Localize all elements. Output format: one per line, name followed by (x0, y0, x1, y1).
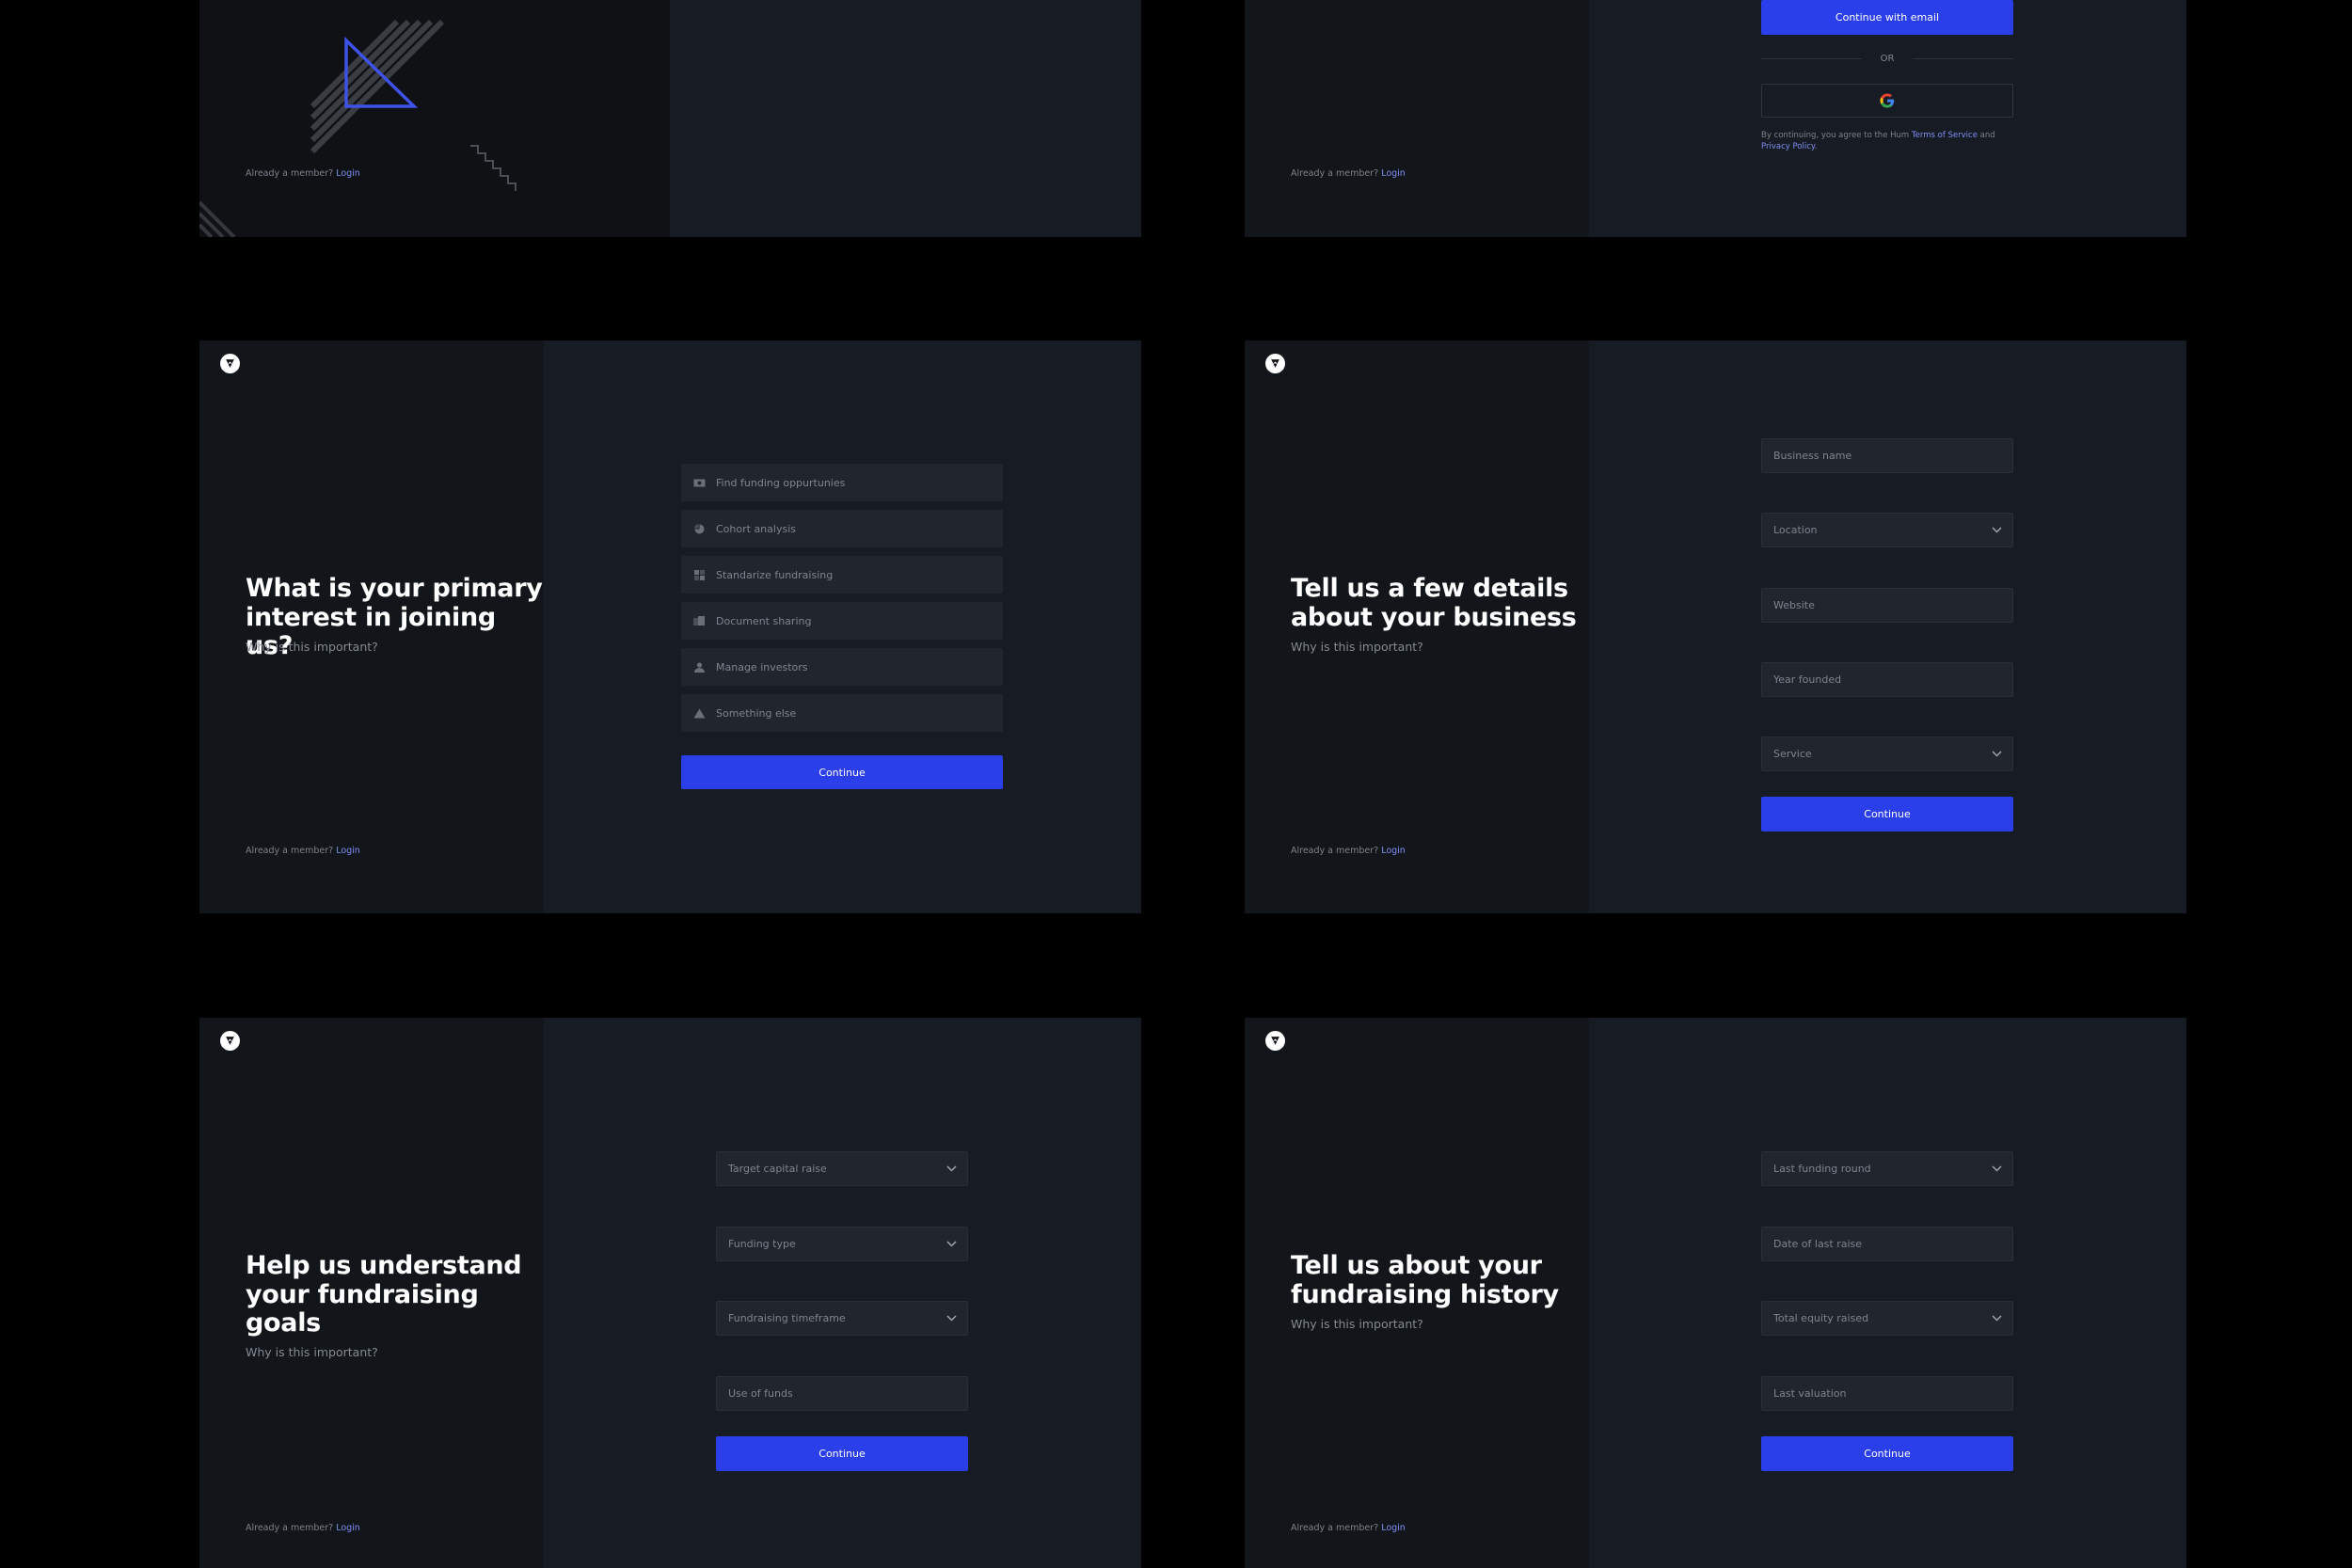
option-label: Document sharing (716, 614, 812, 627)
grid-icon (693, 569, 706, 580)
continue-button[interactable]: Continue (681, 755, 1003, 789)
why-important-link[interactable]: Why is this important? (246, 1345, 378, 1359)
location-select[interactable]: Location (1761, 513, 2013, 547)
interest-panel-left: What is your primary interest in joining… (199, 341, 544, 913)
target-capital-raise-select[interactable]: Target capital raise (716, 1151, 968, 1186)
decorative-stripes-corner (199, 200, 236, 237)
login-link[interactable]: Login (1381, 846, 1406, 856)
already-member-text: Already a member? Login (246, 846, 360, 856)
chevron-down-icon (1992, 526, 2002, 533)
page-title: Tell us a few details about your busines… (1291, 574, 1577, 632)
goals-panel: Help us understand your fundraising goal… (199, 1018, 1141, 1568)
welcome-panel-left: Already a member? Login (199, 0, 670, 237)
service-select[interactable]: Service (1761, 736, 2013, 771)
document-icon (693, 615, 706, 626)
business-panel-right: Business name Location Website Year foun… (1589, 341, 2186, 913)
terms-of-service-link[interactable]: Terms of Service (1912, 131, 1978, 140)
chevron-down-icon (1992, 1164, 2002, 1172)
business-panel-left: Tell us a few details about your busines… (1245, 341, 1589, 913)
hum-logo-icon (220, 354, 240, 373)
option-standarize-fundraising[interactable]: Standarize fundraising (681, 556, 1003, 594)
continue-button[interactable]: Continue (716, 1436, 968, 1471)
business-panel: Tell us a few details about your busines… (1245, 341, 2186, 913)
person-icon (693, 661, 706, 673)
option-label: Find funding oppurtunies (716, 476, 846, 489)
option-label: Manage investors (716, 660, 808, 673)
interest-panel: What is your primary interest in joining… (199, 341, 1141, 913)
already-member-text: Already a member? Login (246, 168, 360, 179)
option-label: Cohort analysis (716, 522, 796, 535)
signup-panel-right: Continue with email OR By continuing, yo… (1589, 0, 2186, 237)
money-icon (693, 478, 706, 488)
why-important-link[interactable]: Why is this important? (1291, 1317, 1423, 1331)
history-panel: Tell us about your fundraising history W… (1245, 1018, 2186, 1568)
date-of-last-raise-input[interactable]: Date of last raise (1761, 1227, 2013, 1261)
already-member-text: Already a member? Login (246, 1523, 360, 1533)
continue-with-email-button[interactable]: Continue with email (1761, 0, 2013, 35)
already-member-text: Already a member? Login (1291, 168, 1406, 179)
pie-chart-icon (693, 523, 706, 534)
history-panel-left: Tell us about your fundraising history W… (1245, 1018, 1589, 1568)
page-title: Tell us about your fundraising history (1291, 1251, 1559, 1309)
hum-logo-icon (1265, 354, 1285, 373)
triangle-icon (693, 708, 706, 719)
hum-logo-icon (1265, 1031, 1285, 1051)
welcome-panel: Already a member? Login (199, 0, 1141, 237)
already-member-text: Already a member? Login (1291, 846, 1406, 856)
login-link[interactable]: Login (1381, 168, 1406, 179)
history-panel-right: Last funding round Date of last raise To… (1589, 1018, 2186, 1568)
google-signin-button[interactable] (1761, 84, 2013, 118)
login-link[interactable]: Login (336, 1523, 360, 1533)
login-link[interactable]: Login (336, 846, 360, 856)
chevron-down-icon (946, 1164, 957, 1172)
chevron-down-icon (946, 1314, 957, 1322)
why-important-link[interactable]: Why is this important? (1291, 640, 1423, 654)
option-label: Standarize fundraising (716, 568, 834, 581)
signup-panel-left: Already a member? Login (1245, 0, 1589, 237)
interest-panel-right: Find funding oppurtunies Cohort analysis… (544, 341, 1141, 913)
page-title: Help us understand your fundraising goal… (246, 1251, 522, 1338)
signup-panel: Already a member? Login Continue with ema… (1245, 0, 2186, 237)
terms-text: By continuing, you agree to the Hum Term… (1761, 131, 1995, 151)
last-funding-round-select[interactable]: Last funding round (1761, 1151, 2013, 1186)
or-divider: OR (1761, 52, 2014, 65)
goals-panel-right: Target capital raise Funding type Fundra… (544, 1018, 1141, 1568)
website-input[interactable]: Website (1761, 588, 2013, 623)
or-label: OR (1880, 53, 1895, 64)
login-link[interactable]: Login (336, 168, 360, 179)
google-icon (1880, 93, 1895, 108)
privacy-policy-link[interactable]: Privacy Policy (1761, 142, 1815, 151)
option-find-funding[interactable]: Find funding oppurtunies (681, 464, 1003, 501)
total-equity-raised-select[interactable]: Total equity raised (1761, 1301, 2013, 1336)
business-name-input[interactable]: Business name (1761, 438, 2013, 473)
already-member-text: Already a member? Login (1291, 1523, 1406, 1533)
funding-type-select[interactable]: Funding type (716, 1227, 968, 1261)
continue-button[interactable]: Continue (1761, 1436, 2013, 1471)
fundraising-timeframe-select[interactable]: Fundraising timeframe (716, 1301, 968, 1336)
login-link[interactable]: Login (1381, 1523, 1406, 1533)
welcome-panel-right (670, 0, 1141, 237)
year-founded-input[interactable]: Year founded (1761, 662, 2013, 697)
interest-options-list: Find funding oppurtunies Cohort analysis… (681, 464, 1003, 746)
last-valuation-input[interactable]: Last valuation (1761, 1376, 2013, 1411)
chevron-down-icon (1992, 750, 2002, 757)
option-cohort-analysis[interactable]: Cohort analysis (681, 510, 1003, 547)
use-of-funds-input[interactable]: Use of funds (716, 1376, 968, 1411)
chevron-down-icon (1992, 1314, 2002, 1322)
chevron-down-icon (946, 1240, 957, 1247)
option-something-else[interactable]: Something else (681, 694, 1003, 732)
goals-panel-left: Help us understand your fundraising goal… (199, 1018, 544, 1568)
why-important-link[interactable]: Why is this important? (246, 640, 378, 654)
hum-logo-icon (220, 1031, 240, 1051)
continue-button[interactable]: Continue (1761, 797, 2013, 832)
option-manage-investors[interactable]: Manage investors (681, 648, 1003, 686)
option-label: Something else (716, 706, 797, 720)
option-document-sharing[interactable]: Document sharing (681, 602, 1003, 640)
